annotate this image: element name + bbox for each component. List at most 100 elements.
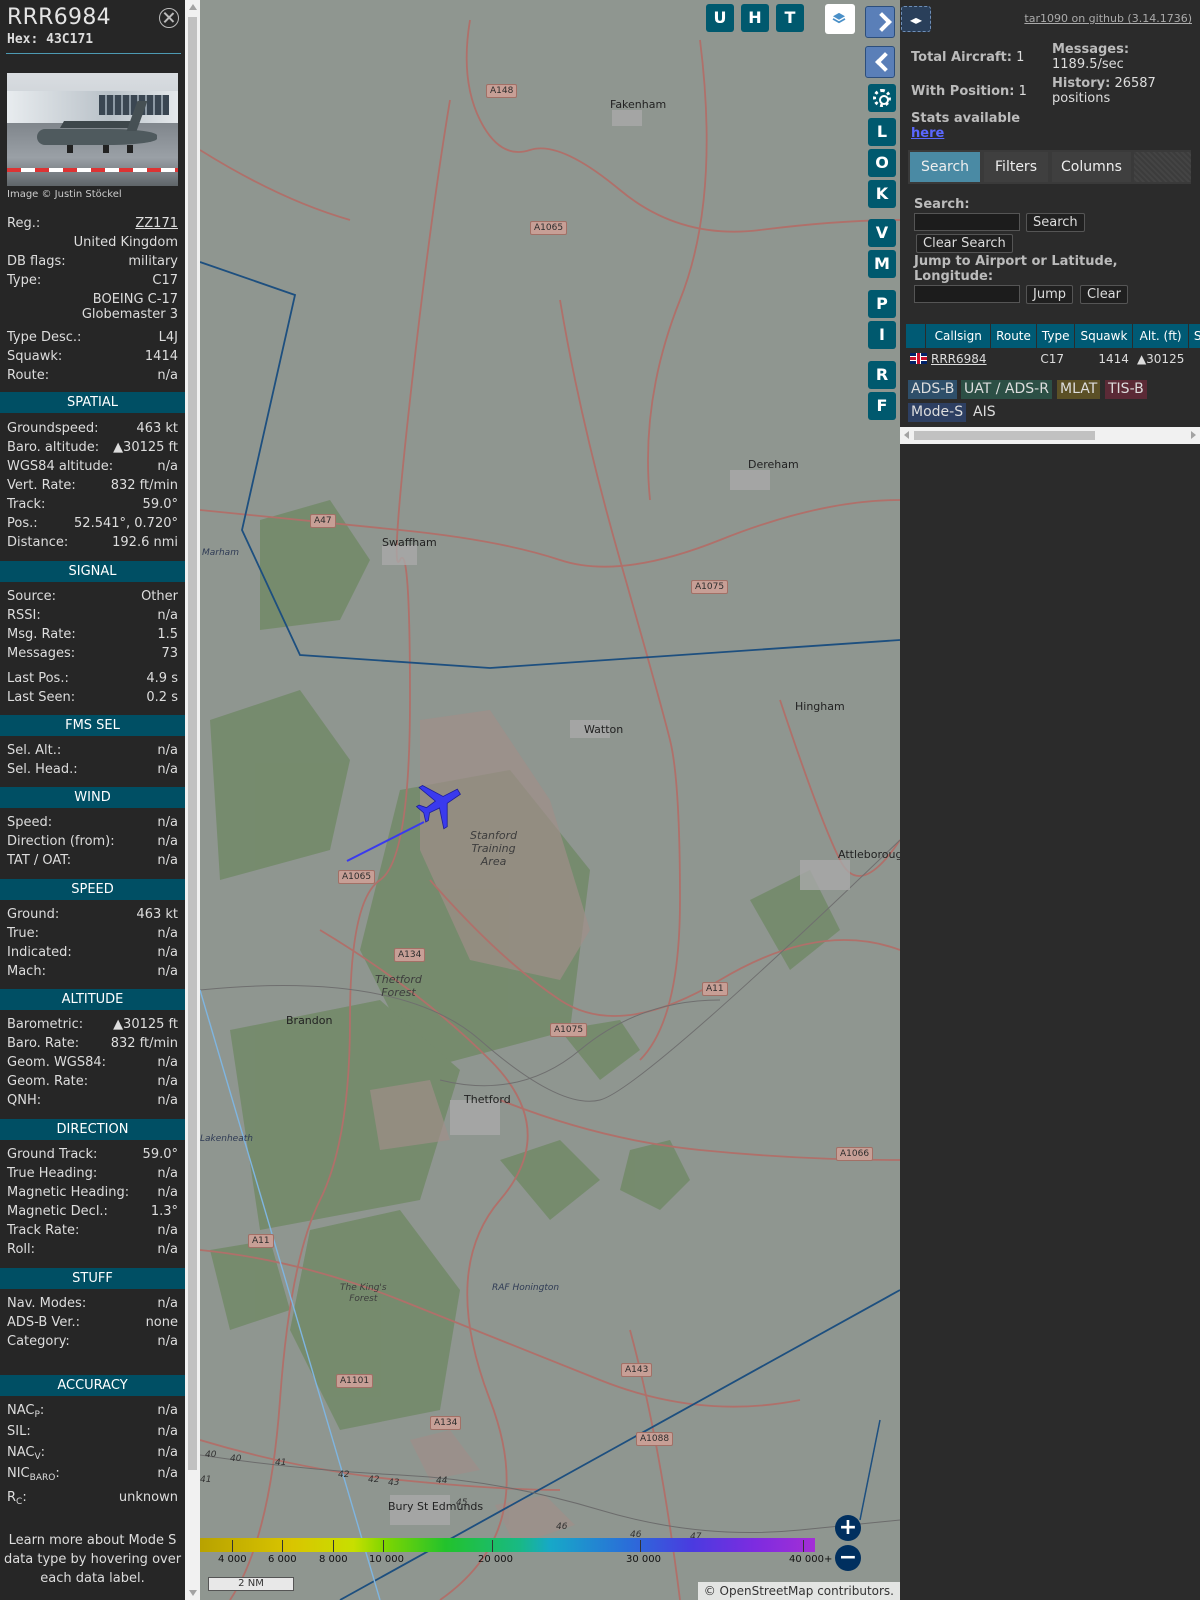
column-header[interactable]: Squawk xyxy=(1074,324,1134,348)
info-label: WGS84 altitude: xyxy=(7,459,114,474)
toggle-sidebar-width-button[interactable]: ◂▸ xyxy=(901,6,931,32)
github-link[interactable]: tar1090 on github (3.14.1736) xyxy=(1024,12,1192,25)
total-aircraft-label: Total Aircraft: xyxy=(911,50,1012,65)
color-scale-tick xyxy=(282,1540,283,1552)
tab-filters[interactable]: Filters xyxy=(984,152,1048,182)
search-input[interactable] xyxy=(914,213,1020,231)
map-button-r[interactable]: R xyxy=(868,361,896,389)
info-label: Geom. WGS84: xyxy=(7,1055,107,1070)
map-button-m[interactable]: M xyxy=(868,250,896,278)
road-label: A1088 xyxy=(636,1432,674,1446)
info-label: True Heading: xyxy=(7,1166,98,1181)
info-label: DB flags: xyxy=(7,254,66,269)
clear-jump-button[interactable]: Clear xyxy=(1080,285,1128,304)
table-horizontal-scrollbar[interactable] xyxy=(900,427,1200,444)
map-area-label: The King's Forest xyxy=(340,1283,387,1304)
road-label: A47 xyxy=(310,514,336,528)
color-scale-label: 4 000 xyxy=(218,1554,247,1565)
scroll-left-icon[interactable] xyxy=(904,431,909,439)
map-place-label: RAF Honington xyxy=(492,1283,560,1293)
tab-columns[interactable]: Columns xyxy=(1052,152,1131,182)
map-scale-bar: 2 NM xyxy=(208,1577,294,1591)
road-label: A134 xyxy=(394,948,426,962)
map-button-f[interactable]: F xyxy=(868,392,896,420)
map-button-u[interactable]: U xyxy=(706,4,734,32)
info-value: 1.5 xyxy=(157,627,178,642)
info-value: n/a xyxy=(157,1074,178,1089)
map-button-i[interactable]: I xyxy=(868,321,896,349)
info-label: Nav. Modes: xyxy=(7,1296,87,1311)
expand-sidebar-button[interactable] xyxy=(865,6,895,38)
divider xyxy=(6,53,181,54)
info-value: n/a xyxy=(157,926,178,941)
callsign-link[interactable]: RRR6984 xyxy=(931,352,987,366)
column-header[interactable]: Type xyxy=(1036,324,1076,348)
tab-bar-filler xyxy=(1134,152,1191,182)
info-label: NACV: xyxy=(7,1445,46,1462)
map-view[interactable]: Fakenham Dereham Swaffham Marham Watton Hingh… xyxy=(200,0,900,1600)
scroll-up-icon[interactable] xyxy=(189,4,197,10)
info-label: Magnetic Heading: xyxy=(7,1185,130,1200)
history-unit: positions xyxy=(1052,91,1111,106)
road-label: A1065 xyxy=(530,221,568,235)
column-header[interactable]: Route xyxy=(990,324,1037,348)
map-place-label: Lakenheath xyxy=(200,1134,253,1144)
column-header[interactable]: Alt. (ft) xyxy=(1132,324,1189,348)
map-button-o[interactable]: O xyxy=(868,149,896,177)
search-button[interactable]: Search xyxy=(1026,213,1085,232)
info-value: n/a xyxy=(157,1242,178,1257)
info-label: Baro. Rate: xyxy=(7,1036,80,1051)
collapse-sidebar-button[interactable] xyxy=(865,46,895,78)
jump-button[interactable]: Jump xyxy=(1026,285,1073,304)
map-button-k[interactable]: K xyxy=(868,180,896,208)
scroll-down-icon[interactable] xyxy=(189,1590,197,1596)
info-value: n/a xyxy=(157,1166,178,1181)
messages-value: 1189.5/sec xyxy=(1052,57,1124,72)
aircraft-photo[interactable] xyxy=(7,73,178,186)
table-row[interactable]: RRR6984 C17 1414 ▲30125 xyxy=(906,348,1200,370)
road-label: A1075 xyxy=(550,1023,588,1037)
info-label: Vert. Rate: xyxy=(7,478,76,493)
road-label: A1075 xyxy=(691,580,729,594)
clear-search-button[interactable]: Clear Search xyxy=(916,234,1013,253)
info-value: ▲30125 ft xyxy=(113,440,178,455)
source-legend-item: TIS-B xyxy=(1105,380,1147,399)
zoom-out-button[interactable]: − xyxy=(835,1545,861,1571)
info-value: 192.6 nmi xyxy=(112,535,178,550)
column-header[interactable] xyxy=(906,324,927,348)
section-header-accuracy: ACCURACY xyxy=(0,1375,185,1396)
tab-search[interactable]: Search xyxy=(910,152,980,182)
info-label: Geom. Rate: xyxy=(7,1074,89,1089)
contour-label: 46 xyxy=(556,1522,568,1532)
info-label: Indicated: xyxy=(7,945,72,960)
map-button-h[interactable]: H xyxy=(741,4,769,32)
scrollbar-thumb[interactable] xyxy=(188,17,197,1470)
horizontal-scrollbar-thumb[interactable] xyxy=(914,431,1095,440)
jump-input[interactable] xyxy=(914,285,1020,303)
layers-button[interactable] xyxy=(825,4,855,34)
info-value: n/a xyxy=(157,1403,178,1418)
zoom-in-button[interactable]: + xyxy=(835,1515,861,1541)
contour-label: 40 xyxy=(230,1454,242,1464)
info-scrollbar[interactable] xyxy=(185,0,200,1600)
stats-here-link[interactable]: here xyxy=(911,126,944,141)
settings-button[interactable] xyxy=(868,84,896,112)
registration-link[interactable]: ZZ171 xyxy=(135,216,178,232)
route-cell xyxy=(991,348,1037,370)
messages-label: Messages: xyxy=(1052,42,1130,57)
info-label: Speed: xyxy=(7,815,53,830)
scroll-right-icon[interactable] xyxy=(1191,431,1196,439)
close-icon[interactable] xyxy=(159,8,179,28)
road-label: A1065 xyxy=(338,870,376,884)
map-button-t[interactable]: T xyxy=(776,4,804,32)
color-scale-tick xyxy=(640,1540,641,1552)
info-label: Roll: xyxy=(7,1242,36,1257)
openstreetmap-link[interactable]: OpenStreetMap xyxy=(720,1584,814,1598)
map-button-p[interactable]: P xyxy=(868,290,896,318)
map-place-label: Attleborough xyxy=(838,848,900,861)
road-label: A1101 xyxy=(336,1374,374,1388)
map-button-l[interactable]: L xyxy=(868,118,896,146)
column-header[interactable]: Callsign xyxy=(925,324,992,348)
map-button-v[interactable]: V xyxy=(868,219,896,247)
column-header[interactable]: Sp xyxy=(1188,324,1200,348)
